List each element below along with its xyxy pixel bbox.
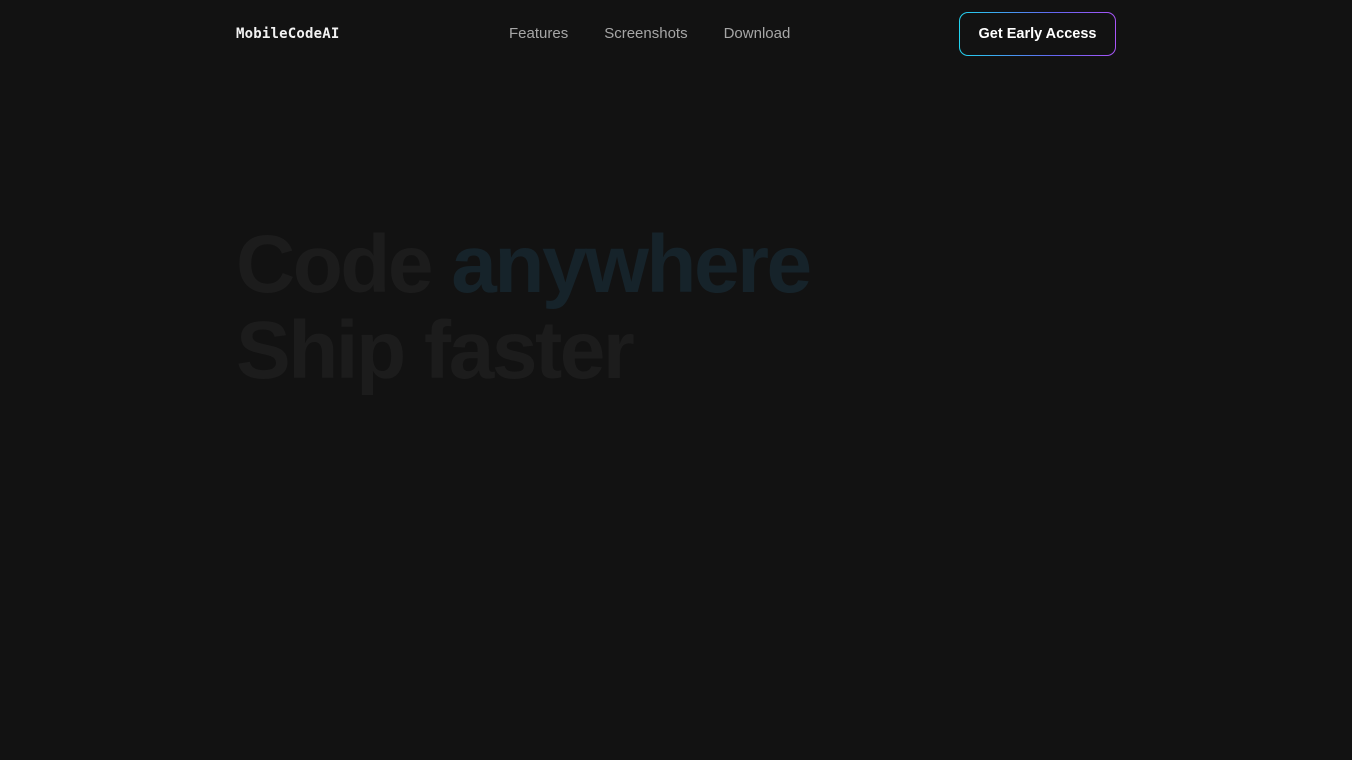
cta-border: Get Early Access	[959, 12, 1116, 56]
nav-link-screenshots[interactable]: Screenshots	[604, 24, 687, 44]
top-navigation: MobileCodeAI Features Screenshots Downlo…	[0, 0, 1352, 68]
nav-link-features[interactable]: Features	[509, 24, 568, 44]
nav-link-download[interactable]: Download	[724, 24, 791, 44]
logo[interactable]: MobileCodeAI	[236, 24, 340, 44]
nav-links: Features Screenshots Download	[509, 24, 790, 44]
hero-headline-line-1: Code anywhere	[236, 219, 812, 310]
hero-headline-line-2: Ship faster	[236, 305, 635, 396]
hero-headline-accent: anywhere	[451, 219, 812, 310]
hero-section: Code anywhere Ship faster	[236, 219, 812, 396]
hero-headline-prefix: Code	[236, 219, 434, 310]
get-early-access-button[interactable]: Get Early Access	[960, 13, 1115, 55]
